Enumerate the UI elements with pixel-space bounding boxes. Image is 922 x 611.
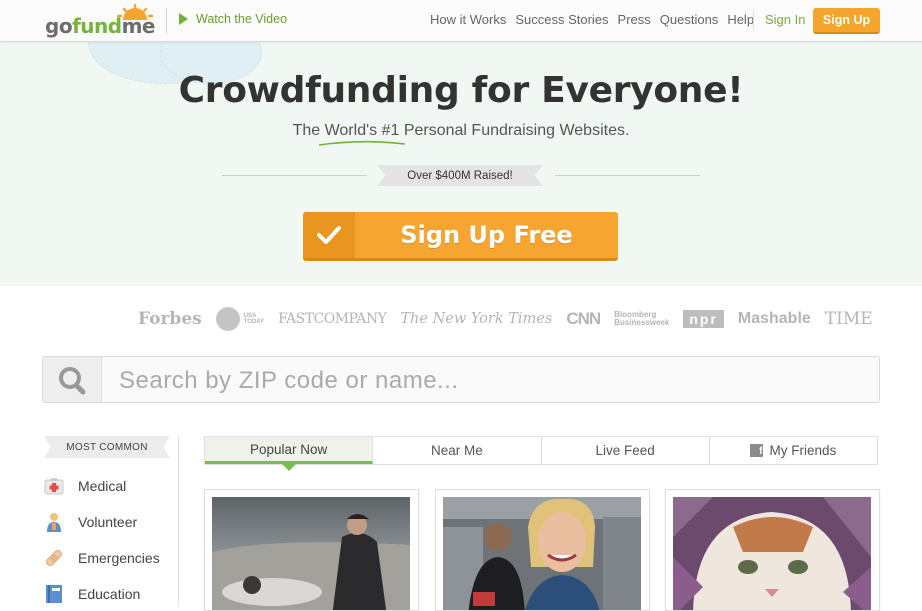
nav-press[interactable]: Press <box>618 12 651 27</box>
volunteer-icon <box>44 512 64 532</box>
tab-popular-now[interactable]: Popular Now <box>205 437 374 471</box>
tab-label: Live Feed <box>595 443 655 458</box>
cnn-logo: CNN <box>566 309 601 328</box>
campaign-photo <box>673 497 871 610</box>
active-tab-arrow <box>281 464 296 471</box>
tab-near-me[interactable]: Near Me <box>373 437 542 464</box>
category-medical[interactable]: Medical <box>44 476 126 496</box>
most-common-heading: MOST COMMON <box>44 436 170 458</box>
campaign-card[interactable] <box>435 489 650 611</box>
gofundme-logo[interactable]: gofundme <box>45 4 155 38</box>
watch-video-label: Watch the Video <box>196 12 288 26</box>
play-icon <box>179 13 188 25</box>
main-nav: How it Works Success Stories Press Quest… <box>430 12 763 27</box>
press-logos: Forbes USA TODAY FASTCOMPANY The New York… <box>138 307 873 331</box>
check-icon <box>303 212 355 258</box>
usa-today-line2: TODAY <box>243 319 265 325</box>
sign-up-free-label: Sign Up Free <box>400 221 573 249</box>
search-bar <box>42 356 880 403</box>
campaign-photo <box>443 497 641 610</box>
divider-line <box>222 175 367 176</box>
logo-go: go <box>45 14 73 38</box>
npr-logo: npr <box>683 310 724 328</box>
nav-questions[interactable]: Questions <box>660 12 719 27</box>
underline-swoosh <box>318 140 406 146</box>
sign-in-link[interactable]: Sign In <box>765 12 805 27</box>
campaign-card[interactable] <box>204 489 419 611</box>
category-emergencies[interactable]: Emergencies <box>44 548 160 568</box>
nav-success-stories[interactable]: Success Stories <box>515 12 608 27</box>
hero-title: Crowdfunding for Everyone! <box>178 70 744 111</box>
search-input[interactable] <box>117 357 861 402</box>
logo-me: me <box>121 14 156 38</box>
tab-label: Near Me <box>430 443 483 458</box>
bandage-icon <box>44 548 64 568</box>
bloomberg-logo: Bloomberg Businessweek <box>614 311 669 327</box>
sign-up-free-button[interactable]: Sign Up Free <box>303 212 618 261</box>
campaign-card[interactable] <box>665 489 880 611</box>
nav-help[interactable]: Help <box>727 12 754 27</box>
divider-line <box>555 175 700 176</box>
search-icon <box>59 367 86 395</box>
tab-label: My Friends <box>769 443 837 458</box>
bloomberg-line2: Businessweek <box>614 318 670 327</box>
sign-up-button[interactable]: Sign Up <box>813 8 880 34</box>
nav-separator <box>753 10 754 30</box>
hero-subtitle: The World's #1 Personal Fundraising Webs… <box>292 122 630 139</box>
search-button[interactable] <box>43 357 102 402</box>
watch-video-link[interactable]: Watch the Video <box>179 12 287 26</box>
nyt-logo: The New York Times <box>400 311 553 327</box>
facebook-icon: f <box>750 444 764 457</box>
raised-ribbon: Over $400M Raised! <box>377 165 543 186</box>
book-icon <box>44 584 64 604</box>
category-volunteer[interactable]: Volunteer <box>44 512 137 532</box>
top-header: gofundme Watch the Video How it Works Su… <box>0 0 922 42</box>
category-sidebar: MOST COMMON Medical Volunteer Emergencie… <box>42 436 179 606</box>
campaign-tabs: Popular Now Near Me Live Feed f My Frien… <box>204 436 878 471</box>
fast-company-logo: FASTCOMPANY <box>278 311 387 327</box>
logo-fund: fund <box>72 14 122 38</box>
time-logo: TIME <box>824 309 873 329</box>
category-label: Volunteer <box>78 514 138 530</box>
header-divider <box>166 8 167 34</box>
mashable-logo: Mashable <box>737 310 811 327</box>
tab-my-friends[interactable]: f My Friends <box>709 437 877 464</box>
hero-section: Crowdfunding for Everyone! The World's #… <box>0 42 922 286</box>
forbes-logo: Forbes <box>138 309 202 329</box>
nav-how-it-works[interactable]: How it Works <box>430 12 506 27</box>
scallop-edge <box>0 276 922 286</box>
category-label: Medical <box>78 478 127 494</box>
medical-kit-icon <box>44 476 64 496</box>
category-education[interactable]: Education <box>44 584 140 604</box>
usa-today-logo: USA TODAY <box>215 307 265 331</box>
category-label: Emergencies <box>78 550 160 566</box>
logo-wordmark: gofundme <box>45 14 155 38</box>
campaign-photo <box>212 497 410 610</box>
tab-live-feed[interactable]: Live Feed <box>541 437 710 464</box>
tab-label: Popular Now <box>249 441 328 457</box>
